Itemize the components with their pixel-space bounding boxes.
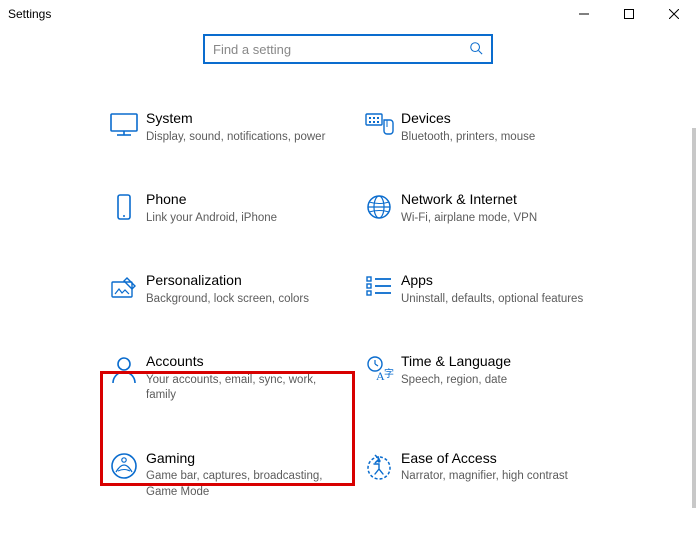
tile-title: Time & Language bbox=[401, 353, 588, 371]
tile-subtitle: Bluetooth, printers, mouse bbox=[401, 130, 588, 146]
tile-network[interactable]: Network & Internet Wi-Fi, airplane mode,… bbox=[353, 185, 598, 232]
tile-system[interactable]: System Display, sound, notifications, po… bbox=[98, 104, 343, 151]
search-container bbox=[0, 34, 696, 64]
search-input[interactable] bbox=[213, 42, 469, 57]
tile-subtitle: Display, sound, notifications, power bbox=[146, 130, 333, 146]
maximize-button[interactable] bbox=[606, 0, 651, 28]
tile-title: Gaming bbox=[146, 450, 333, 468]
time-language-icon: A字 bbox=[357, 353, 401, 383]
gaming-icon bbox=[102, 450, 146, 480]
tile-accounts[interactable]: Accounts Your accounts, email, sync, wor… bbox=[98, 347, 343, 410]
tile-phone[interactable]: Phone Link your Android, iPhone bbox=[98, 185, 343, 232]
close-button[interactable] bbox=[651, 0, 696, 28]
phone-icon bbox=[102, 191, 146, 223]
tile-subtitle: Link your Android, iPhone bbox=[146, 211, 333, 227]
apps-icon bbox=[357, 272, 401, 298]
svg-text:字: 字 bbox=[384, 367, 394, 380]
tile-subtitle: Background, lock screen, colors bbox=[146, 292, 333, 308]
tile-subtitle: Uninstall, defaults, optional features bbox=[401, 292, 588, 308]
tile-personalization[interactable]: Personalization Background, lock screen,… bbox=[98, 266, 343, 313]
content-area: System Display, sound, notifications, po… bbox=[0, 28, 696, 550]
tile-apps[interactable]: Apps Uninstall, defaults, optional featu… bbox=[353, 266, 598, 313]
minimize-button[interactable] bbox=[561, 0, 606, 28]
devices-icon bbox=[357, 110, 401, 138]
tile-gaming[interactable]: Gaming Game bar, captures, broadcasting,… bbox=[98, 444, 343, 507]
tile-title: Network & Internet bbox=[401, 191, 588, 209]
paint-icon bbox=[102, 272, 146, 302]
tile-subtitle: Narrator, magnifier, high contrast bbox=[401, 469, 588, 485]
search-icon bbox=[469, 41, 483, 58]
tile-subtitle: Your accounts, email, sync, work, family bbox=[146, 373, 333, 404]
window-title: Settings bbox=[8, 7, 51, 21]
tile-subtitle: Wi-Fi, airplane mode, VPN bbox=[401, 211, 588, 227]
tile-ease-of-access[interactable]: Ease of Access Narrator, magnifier, high… bbox=[353, 444, 598, 507]
settings-grid: System Display, sound, notifications, po… bbox=[0, 104, 696, 526]
globe-icon bbox=[357, 191, 401, 221]
tile-devices[interactable]: Devices Bluetooth, printers, mouse bbox=[353, 104, 598, 151]
tile-title: Apps bbox=[401, 272, 588, 290]
tile-subtitle: Speech, region, date bbox=[401, 373, 588, 389]
tile-title: Accounts bbox=[146, 353, 333, 371]
person-icon bbox=[102, 353, 146, 385]
tile-title: System bbox=[146, 110, 333, 128]
titlebar: Settings bbox=[0, 0, 696, 28]
ease-of-access-icon bbox=[357, 450, 401, 480]
scrollbar-thumb[interactable] bbox=[692, 128, 696, 508]
tile-time-language[interactable]: A字 Time & Language Speech, region, date bbox=[353, 347, 598, 410]
tile-title: Devices bbox=[401, 110, 588, 128]
window-controls bbox=[561, 0, 696, 28]
tile-title: Personalization bbox=[146, 272, 333, 290]
tile-title: Ease of Access bbox=[401, 450, 588, 468]
system-icon bbox=[102, 110, 146, 138]
tile-subtitle: Game bar, captures, broadcasting, Game M… bbox=[146, 469, 333, 500]
search-box[interactable] bbox=[203, 34, 493, 64]
tile-title: Phone bbox=[146, 191, 333, 209]
